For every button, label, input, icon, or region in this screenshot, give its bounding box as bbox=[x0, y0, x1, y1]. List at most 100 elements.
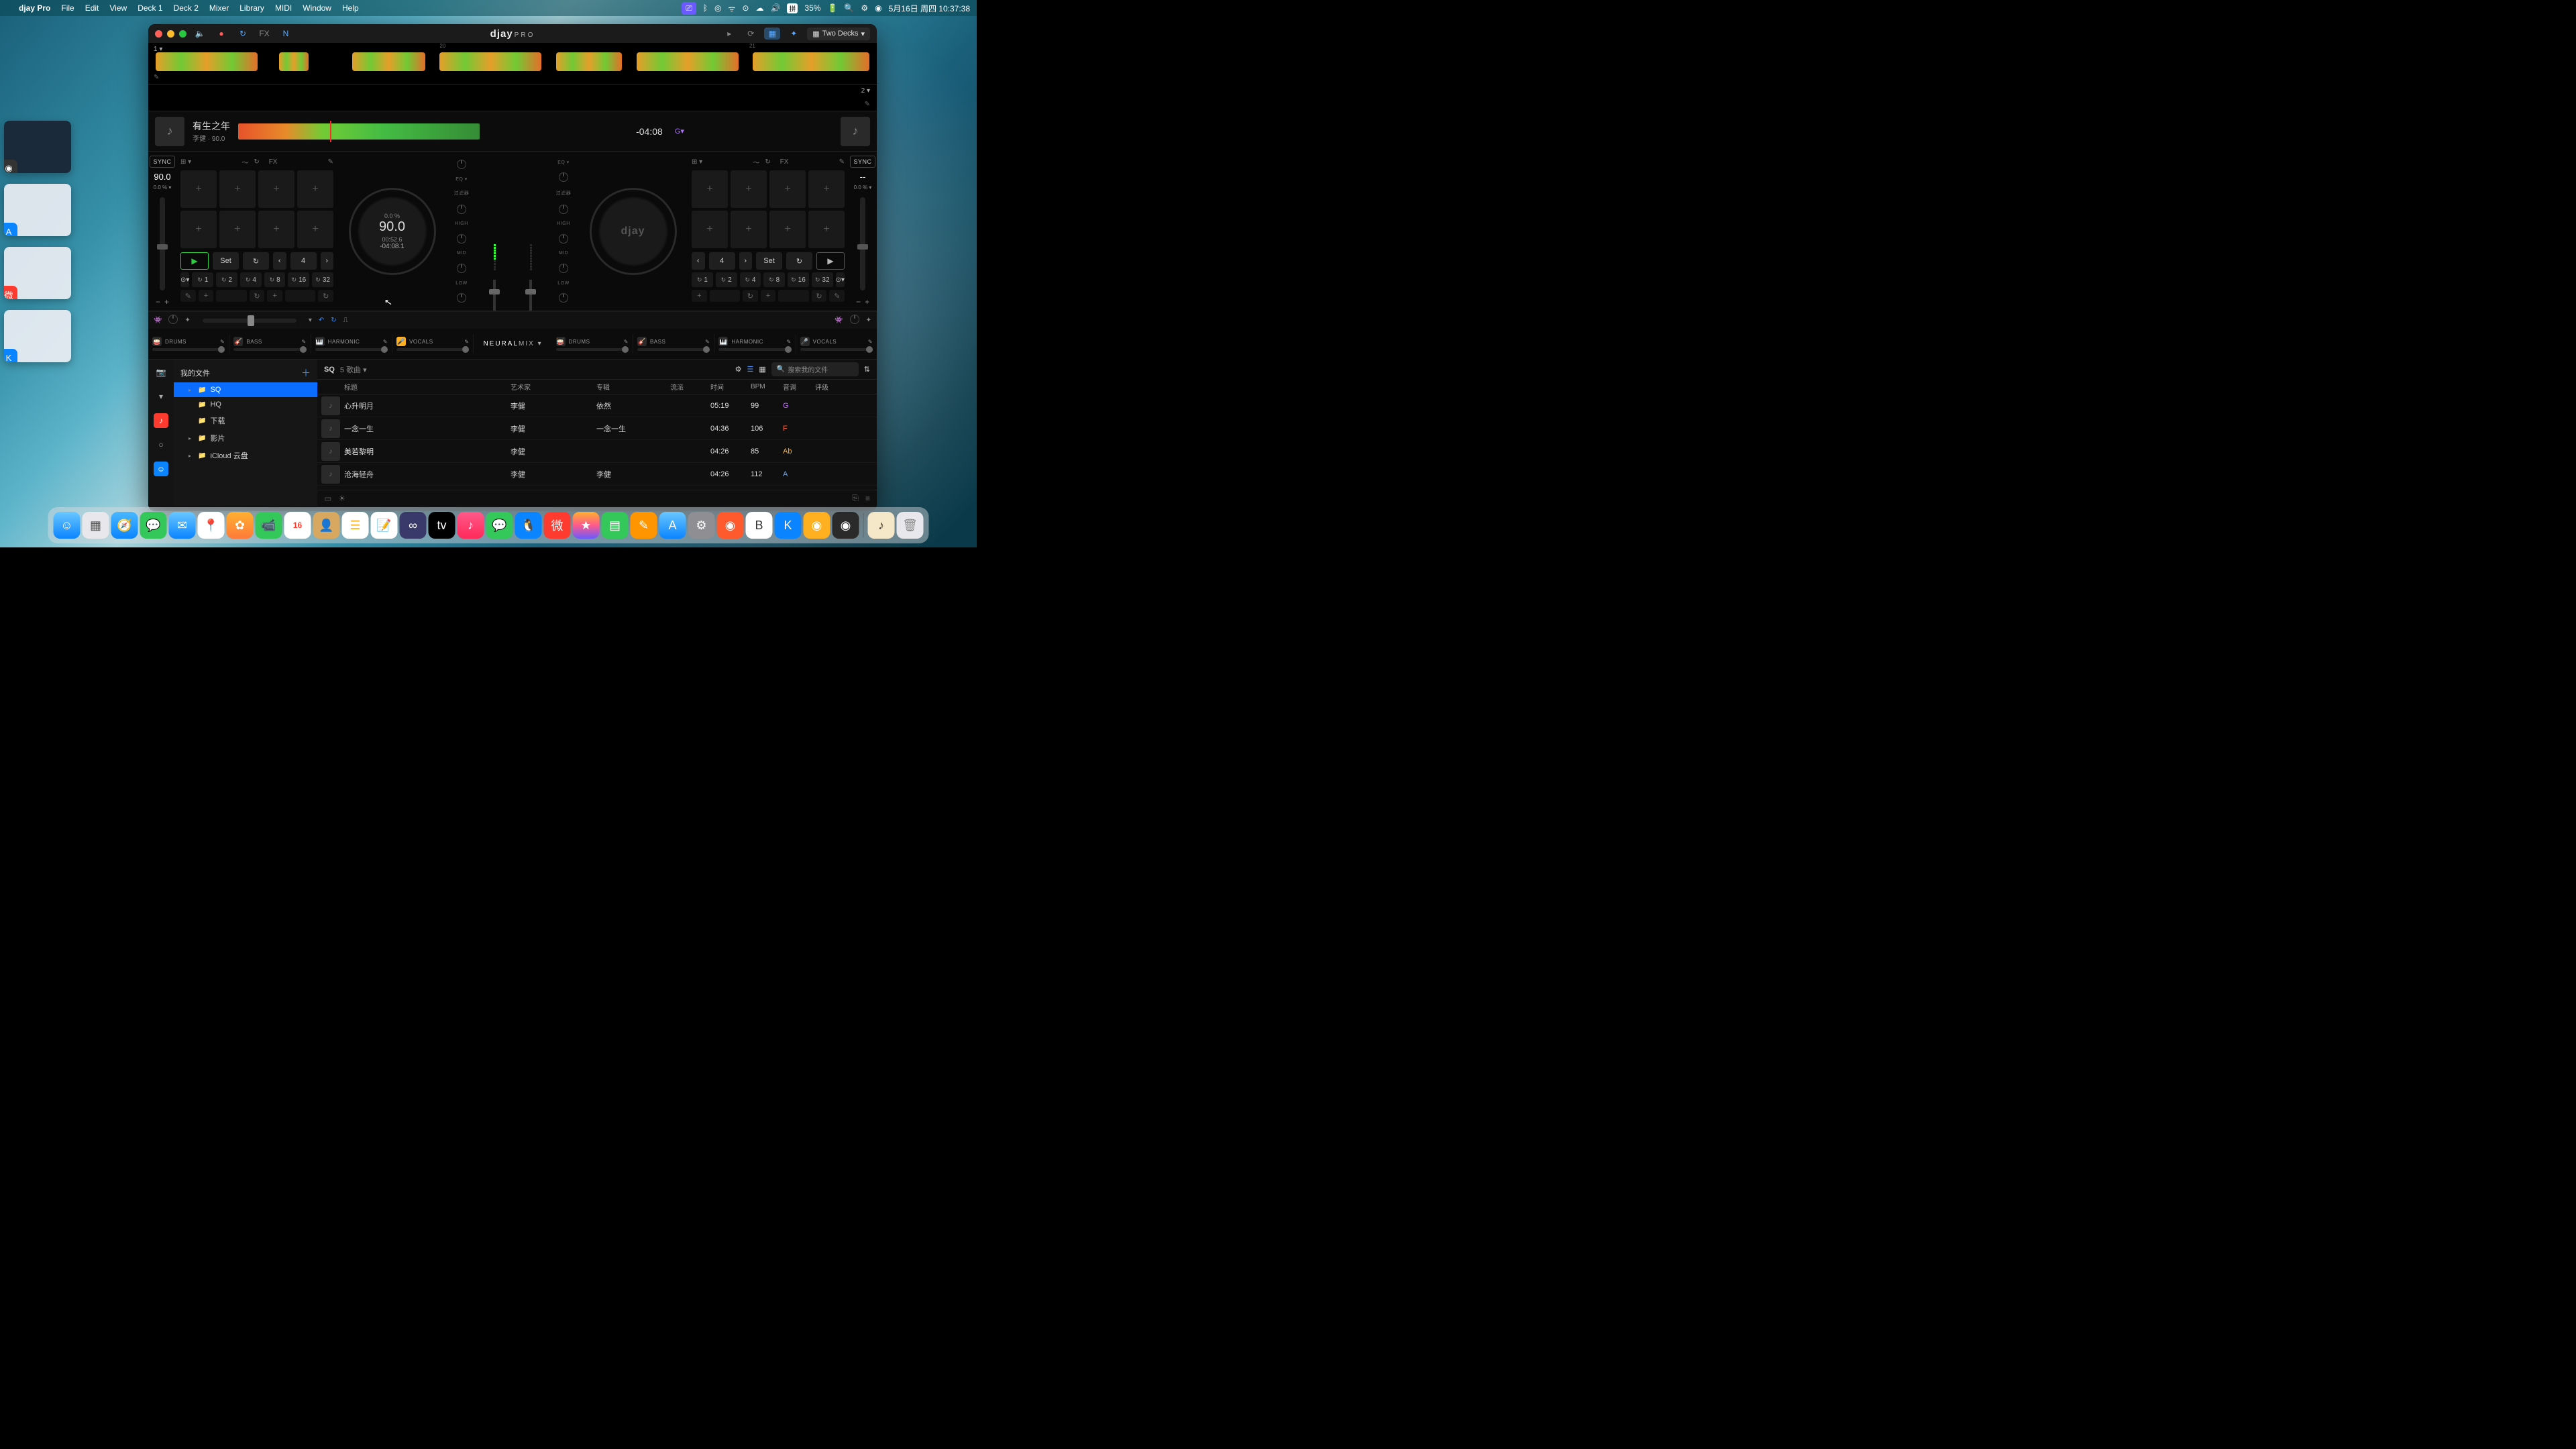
deck2-loop-1[interactable]: ↻1 bbox=[692, 272, 713, 287]
now-playing-icon[interactable]: ⊙ bbox=[742, 3, 749, 13]
deck1-overview[interactable]: 1 ▾ 20 21 ✎ bbox=[148, 43, 877, 85]
pad-mode-icon-2[interactable]: ⊞ ▾ bbox=[692, 158, 702, 166]
deck1-set-cue[interactable]: Set bbox=[213, 252, 239, 270]
deck2-tempo-plus[interactable]: + bbox=[865, 297, 869, 307]
harmonic-icon[interactable]: 🎹 bbox=[718, 337, 728, 346]
deck1-loop-16[interactable]: ↻16 bbox=[288, 272, 309, 287]
filter-icon[interactable]: ⚙ bbox=[735, 365, 742, 374]
dock-safari[interactable]: 🧭 bbox=[111, 512, 138, 539]
automix-dropdown[interactable]: ▾ bbox=[309, 317, 312, 324]
stem-slider[interactable] bbox=[152, 348, 225, 351]
source-music-icon[interactable]: ♪ bbox=[154, 413, 168, 428]
stem-slider[interactable] bbox=[800, 348, 873, 351]
deck1-loop-32[interactable]: ↻32 bbox=[312, 272, 333, 287]
deck2-refresh2-row[interactable]: ↻ bbox=[812, 290, 827, 302]
tree-item-downloads[interactable]: 📁下载 bbox=[174, 412, 317, 429]
deck1-pad[interactable]: + bbox=[297, 170, 333, 208]
pad-mode-icon[interactable]: ⊞ ▾ bbox=[180, 158, 191, 166]
deck1-pad[interactable]: + bbox=[219, 170, 256, 208]
deck1-beat-count[interactable]: 4 bbox=[290, 252, 317, 270]
sort-icon[interactable]: ⇅ bbox=[864, 365, 870, 374]
dock-reminders[interactable]: ☰ bbox=[342, 512, 369, 539]
footer-video-icon[interactable]: ▭ bbox=[324, 494, 331, 503]
dock-photos[interactable]: ✿ bbox=[227, 512, 254, 539]
vocals-icon[interactable]: 🎤 bbox=[396, 337, 406, 346]
deck1-loop-8[interactable]: ↻8 bbox=[264, 272, 286, 287]
table-row[interactable]: ♪ 沧海轻舟 李健 李健 04:26 112 A bbox=[317, 463, 877, 486]
deck1-filter-knob[interactable] bbox=[457, 205, 466, 214]
dock-contacts[interactable]: 👤 bbox=[313, 512, 340, 539]
pad-curve-icon-2[interactable]: 〜 bbox=[753, 157, 759, 167]
airdrop-icon[interactable]: ◎ bbox=[714, 3, 721, 13]
table-row[interactable]: ♪ 美若黎明 李健 04:26 85 Ab bbox=[317, 440, 877, 463]
menu-window[interactable]: Window bbox=[297, 3, 337, 13]
view-list-icon[interactable]: ☰ bbox=[747, 365, 754, 374]
dock-qq[interactable]: 🐧 bbox=[515, 512, 542, 539]
dock-pages[interactable]: ✎ bbox=[631, 512, 657, 539]
stem-slider[interactable] bbox=[556, 348, 629, 351]
vocals-icon[interactable]: 🎤 bbox=[800, 337, 810, 346]
stem-slider[interactable] bbox=[233, 348, 306, 351]
fx2-icon[interactable]: 👾 bbox=[835, 317, 843, 324]
deck2-loop-32[interactable]: ↻32 bbox=[812, 272, 833, 287]
tree-item-icloud[interactable]: ▸📁iCloud 云盘 bbox=[174, 447, 317, 464]
deck2-jog-wheel[interactable]: djay bbox=[590, 188, 677, 275]
menu-deck1[interactable]: Deck 1 bbox=[132, 3, 168, 13]
deck2-pad[interactable]: + bbox=[731, 211, 767, 248]
deck2-loop-4[interactable]: ↻4 bbox=[740, 272, 761, 287]
deck2-pad[interactable]: + bbox=[769, 170, 806, 208]
deck1-tempo-slider[interactable] bbox=[160, 197, 165, 290]
deck1-beat-prev[interactable]: ‹ bbox=[273, 252, 286, 270]
deck2-loop-toggle[interactable]: ↻ bbox=[786, 252, 812, 270]
deck1-pad[interactable]: + bbox=[297, 211, 333, 248]
deck1-loop-menu[interactable]: ⊙▾ bbox=[180, 272, 189, 287]
source-camera-icon[interactable]: 📷 bbox=[154, 365, 168, 380]
deck2-low-knob[interactable] bbox=[559, 293, 568, 303]
deck2-bpm-pct[interactable]: 0.0 % ▾ bbox=[854, 184, 872, 191]
pad-edit-icon-2[interactable]: ✎ bbox=[839, 158, 845, 166]
deck1-loop-1[interactable]: ↻1 bbox=[192, 272, 213, 287]
deck1-loop-2[interactable]: ↻2 bbox=[216, 272, 237, 287]
deck1-add2-row[interactable]: + bbox=[267, 290, 282, 302]
bass-icon[interactable]: 🎸 bbox=[637, 337, 647, 346]
edit-beatgrid-icon-2[interactable]: ✎ bbox=[865, 101, 870, 108]
dock-launchpad[interactable]: ▦ bbox=[83, 512, 109, 539]
battery-icon[interactable]: 🔋 bbox=[827, 3, 837, 13]
dock-appstore[interactable]: A bbox=[659, 512, 686, 539]
deck2-beat-prev[interactable]: ‹ bbox=[692, 252, 705, 270]
menu-file[interactable]: File bbox=[56, 3, 79, 13]
deck2-add2-row[interactable]: + bbox=[761, 290, 776, 302]
col-time[interactable]: 时间 bbox=[710, 382, 751, 392]
stage-preview-kugou[interactable]: K bbox=[4, 310, 71, 362]
deck1-sync-button[interactable]: SYNC bbox=[150, 156, 174, 168]
deck1-gain-knob[interactable] bbox=[457, 160, 466, 169]
deck1-loop-4[interactable]: ↻4 bbox=[240, 272, 262, 287]
deck2-fx-label[interactable]: FX bbox=[780, 158, 789, 166]
input-method-icon[interactable]: 拼 bbox=[787, 3, 798, 13]
deck2-mid-knob[interactable] bbox=[559, 264, 568, 273]
deck1-add-row[interactable]: + bbox=[199, 290, 214, 302]
col-album[interactable]: 专辑 bbox=[596, 382, 670, 392]
deck2-tempo-minus[interactable]: − bbox=[856, 297, 861, 307]
deck2-edit-row[interactable]: ✎ bbox=[829, 290, 845, 302]
deck1-high-knob[interactable] bbox=[457, 234, 466, 244]
speaker-icon[interactable]: 🔈 bbox=[192, 28, 208, 40]
dock-numbers[interactable]: ▤ bbox=[602, 512, 629, 539]
deck1-refresh-row[interactable]: ↻ bbox=[250, 290, 265, 302]
tree-item-hq[interactable]: 📁HQ bbox=[174, 397, 317, 412]
dock-music[interactable]: ♪ bbox=[458, 512, 484, 539]
automix-icon[interactable]: ↻ bbox=[235, 28, 251, 40]
stem-mute-icon[interactable]: ✎ bbox=[220, 339, 225, 345]
deck1-artwork[interactable]: ♪ bbox=[155, 117, 184, 146]
drums-icon[interactable]: 🥁 bbox=[556, 337, 566, 346]
stem-slider[interactable] bbox=[315, 348, 388, 351]
deck1-loop-toggle[interactable]: ↻ bbox=[243, 252, 269, 270]
deck2-loop-8[interactable]: ↻8 bbox=[763, 272, 785, 287]
col-artist[interactable]: 艺术家 bbox=[511, 382, 596, 392]
app-menu[interactable]: djay Pro bbox=[13, 3, 56, 13]
deck1-low-knob[interactable] bbox=[457, 293, 466, 303]
bass-icon[interactable]: 🎸 bbox=[233, 337, 243, 346]
menu-mixer[interactable]: Mixer bbox=[204, 3, 234, 13]
deck1-bpm-pct[interactable]: 0.0 % ▾ bbox=[154, 184, 172, 191]
footer-list-icon[interactable]: ≡ bbox=[865, 494, 870, 503]
